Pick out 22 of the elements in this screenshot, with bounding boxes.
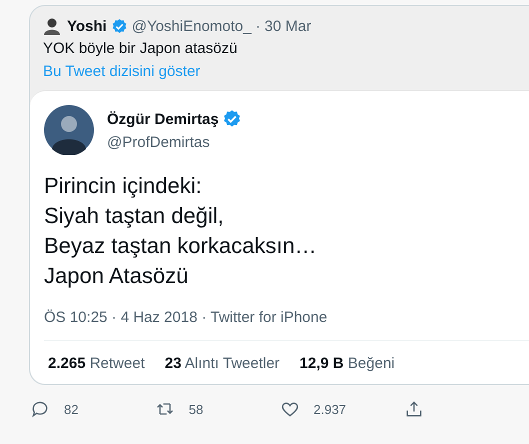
reply-icon: [30, 399, 50, 419]
share-icon: [404, 399, 424, 419]
avatar[interactable]: [43, 17, 61, 35]
author-name[interactable]: Özgür Demirtaş: [107, 110, 219, 128]
tweet-text-line: Beyaz taştan korkacaksın…: [44, 232, 318, 260]
author-name[interactable]: Yoshi: [67, 18, 107, 34]
reply-button[interactable]: 82: [30, 399, 155, 419]
separator: ·: [256, 18, 260, 34]
stat-link[interactable]: 2.265 Retweet: [48, 355, 145, 372]
avatar[interactable]: [44, 105, 94, 155]
stat-link[interactable]: 23 Alıntı Tweetler: [164, 355, 280, 372]
tweet-timestamp[interactable]: ÖS 10:25 · 4 Haz 2018 · Twitter for iPhone: [44, 309, 529, 341]
author-handle[interactable]: @ProfDemirtas: [107, 134, 242, 151]
author-handle[interactable]: @YoshiEnomoto_: [132, 18, 252, 34]
tweet-text: YOK böyle bir Japon atasözü: [43, 40, 238, 57]
retweet-button[interactable]: 58: [154, 399, 280, 419]
tweet-text-line: Pirincin içindeki:: [44, 172, 203, 200]
tweet-text-line: Japon Atasözü: [44, 262, 190, 290]
like-button[interactable]: 2.937: [280, 399, 404, 419]
tweet-date[interactable]: 30 Mar: [264, 18, 312, 34]
stat-link[interactable]: 12,9 B Beğeni: [300, 355, 395, 372]
tweet-text-line: Siyah taştan değil,: [44, 202, 225, 230]
